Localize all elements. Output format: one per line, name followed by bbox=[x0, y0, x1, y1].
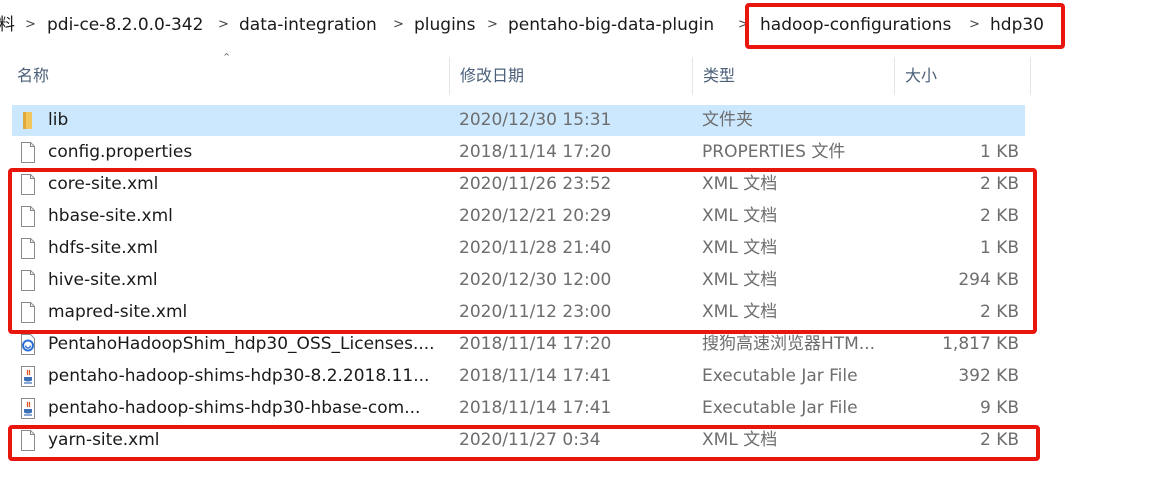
column-header-size[interactable]: 大小 bbox=[905, 55, 937, 97]
file-date: 2018/11/14 17:41 bbox=[459, 366, 612, 386]
column-header: 名称 修改日期 类型 大小 bbox=[0, 55, 1173, 97]
breadcrumb-separator-icon[interactable]: > bbox=[487, 14, 498, 36]
breadcrumb-item-plugins[interactable]: plugins bbox=[414, 14, 475, 36]
breadcrumb-item-pdi[interactable]: pdi-ce-8.2.0.0-342 bbox=[47, 14, 203, 36]
file-type: Executable Jar File bbox=[702, 398, 858, 418]
column-divider[interactable] bbox=[692, 57, 693, 95]
file-type: 文件夹 bbox=[702, 110, 753, 130]
file-icon bbox=[21, 142, 35, 163]
file-size: 1 KB bbox=[979, 142, 1019, 162]
file-name: pentaho-hadoop-shims-hdp30-hbase-com... bbox=[48, 398, 421, 418]
highlight-box-breadcrumb bbox=[745, 3, 1065, 49]
file-row[interactable]: pentaho-hadoop-shims-hdp30-hbase-com... … bbox=[12, 393, 1025, 424]
column-divider[interactable] bbox=[894, 57, 895, 95]
breadcrumb-separator-icon[interactable]: > bbox=[393, 14, 404, 36]
highlight-box-yarn-site bbox=[8, 425, 1040, 461]
folder-icon bbox=[23, 112, 32, 129]
file-type: PROPERTIES 文件 bbox=[702, 142, 846, 162]
java-jar-icon bbox=[21, 398, 35, 419]
file-date: 2018/11/14 17:41 bbox=[459, 398, 612, 418]
breadcrumb-item-big-data-plugin[interactable]: pentaho-big-data-plugin bbox=[508, 14, 714, 36]
file-name: lib bbox=[48, 110, 69, 130]
column-header-name[interactable]: 名称 bbox=[17, 55, 49, 97]
highlight-box-site-xml bbox=[8, 168, 1037, 334]
java-jar-icon bbox=[21, 366, 35, 387]
column-header-type[interactable]: 类型 bbox=[703, 55, 735, 97]
file-size: 392 KB bbox=[958, 366, 1019, 386]
file-date: 2020/12/30 15:31 bbox=[459, 110, 612, 130]
breadcrumb-separator-icon[interactable]: > bbox=[25, 14, 36, 36]
column-header-date[interactable]: 修改日期 bbox=[460, 55, 524, 97]
file-size: 9 KB bbox=[979, 398, 1019, 418]
column-divider[interactable] bbox=[1030, 57, 1031, 95]
file-row[interactable]: pentaho-hadoop-shims-hdp30-8.2.2018.11..… bbox=[12, 361, 1025, 392]
browser-html-icon bbox=[21, 334, 35, 355]
file-size bbox=[892, 105, 1019, 136]
file-row[interactable]: lib 2020/12/30 15:31 文件夹 bbox=[12, 105, 1025, 136]
breadcrumb-separator-icon[interactable]: > bbox=[218, 14, 229, 36]
file-row[interactable]: config.properties 2018/11/14 17:20 PROPE… bbox=[12, 137, 1025, 168]
file-type: Executable Jar File bbox=[702, 366, 858, 386]
file-date: 2018/11/14 17:20 bbox=[459, 142, 612, 162]
file-name: pentaho-hadoop-shims-hdp30-8.2.2018.11..… bbox=[48, 366, 430, 386]
file-name: config.properties bbox=[48, 142, 193, 162]
column-divider[interactable] bbox=[449, 57, 450, 95]
breadcrumb-item-parent[interactable]: 料 bbox=[0, 14, 15, 36]
breadcrumb-item-data-integration[interactable]: data-integration bbox=[239, 14, 377, 36]
